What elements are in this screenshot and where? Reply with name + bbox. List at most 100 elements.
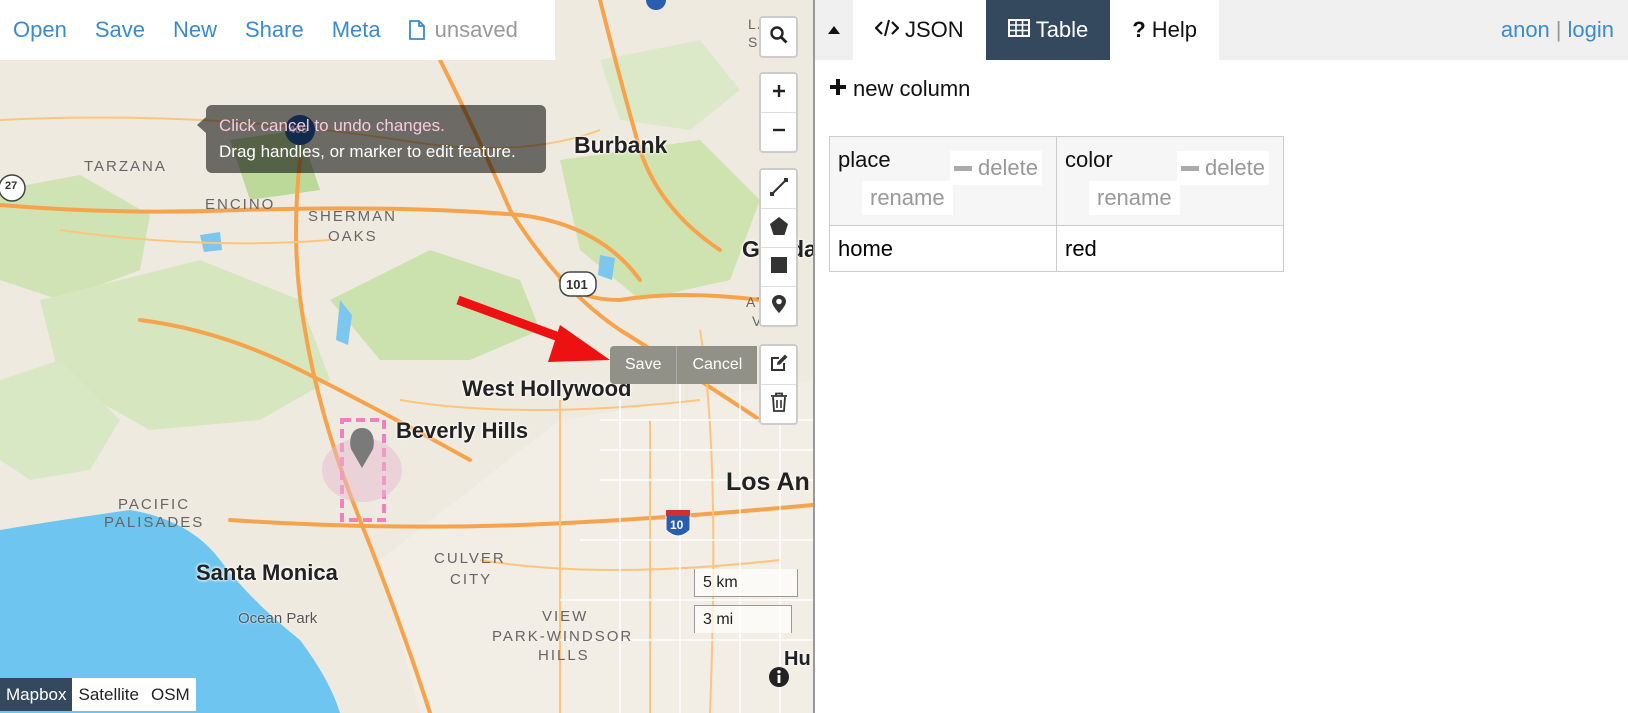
edit-layers-button[interactable]: [761, 346, 796, 385]
trash-icon: [770, 392, 788, 417]
plus-icon: [772, 84, 786, 103]
search-button[interactable]: [761, 18, 796, 56]
highway-shield-27: 27: [5, 180, 18, 192]
map-label-view-park-2: PARK-WINDSOR: [492, 628, 634, 645]
save-button[interactable]: Save: [81, 17, 159, 43]
highway-shield-101: 101: [566, 277, 588, 292]
layer-satellite[interactable]: Satellite: [72, 678, 144, 711]
login-link[interactable]: login: [1568, 17, 1614, 43]
draw-polygon-button[interactable]: [761, 209, 796, 248]
top-menu: Open Save New Share Meta unsaved: [0, 0, 555, 60]
draw-rectangle-button[interactable]: [761, 248, 796, 287]
user-separator: |: [1555, 17, 1562, 42]
search-icon: [769, 25, 788, 49]
rename-column-button[interactable]: rename: [1089, 181, 1180, 215]
map-label-ocean-park: Ocean Park: [238, 610, 318, 627]
file-status: unsaved: [395, 17, 532, 43]
tab-table[interactable]: Table: [985, 0, 1111, 60]
column-name: place: [838, 147, 891, 172]
plus-icon: [829, 76, 847, 102]
delete-column-button[interactable]: delete: [1177, 151, 1269, 185]
delete-label: delete: [1205, 155, 1265, 180]
layer-switcher: Mapbox Satellite OSM: [0, 678, 196, 711]
zoom-control: [759, 72, 798, 153]
zoom-out-button[interactable]: [761, 113, 796, 151]
pentagon-icon: [769, 216, 789, 241]
minus-icon: [772, 123, 786, 142]
map-pin-icon: [771, 294, 787, 319]
meta-button[interactable]: Meta: [318, 17, 395, 43]
edit-cancel-button[interactable]: Cancel: [677, 346, 758, 384]
map-label-pacific-palisades-2: PALISADES: [104, 514, 205, 531]
user-menu: anon | login: [1501, 0, 1628, 60]
table-cell[interactable]: home: [829, 225, 1057, 272]
draw-marker-button[interactable]: [761, 287, 796, 325]
map-label-culver-city-2: CITY: [450, 571, 493, 588]
map-label-encino: ENCINO: [205, 196, 276, 213]
edit-actions: Save Cancel: [610, 346, 758, 384]
map-label-view-park: VIEW: [542, 608, 589, 625]
map-label-los-angeles: Los An: [726, 468, 810, 496]
draw-line-button[interactable]: [761, 170, 796, 209]
side-pane: JSON Table ? Help anon | login new colum…: [813, 0, 1628, 713]
username-link[interactable]: anon: [1501, 17, 1550, 43]
question-icon: ?: [1132, 17, 1146, 42]
minus-icon: [1181, 165, 1199, 171]
new-column-button[interactable]: new column: [829, 76, 970, 102]
rename-column-button[interactable]: rename: [862, 181, 953, 215]
tab-json[interactable]: JSON: [853, 0, 986, 60]
table-icon: [1007, 17, 1030, 43]
tab-json-label: JSON: [905, 17, 964, 42]
zoom-in-button[interactable]: [761, 74, 796, 113]
minus-icon: [954, 165, 972, 171]
file-status-label: unsaved: [434, 17, 518, 42]
map-label-sherman-oaks-2: OAKS: [328, 228, 378, 245]
tooltip-line-2: Drag handles, or marker to edit feature.: [219, 142, 516, 161]
square-icon: [770, 256, 788, 279]
table-cell[interactable]: red: [1056, 225, 1284, 272]
caret-up-icon: [828, 21, 840, 39]
column-header: color delete rename: [1056, 136, 1284, 226]
tab-bar: JSON Table ? Help anon | login: [815, 0, 1628, 60]
delete-layers-button[interactable]: [761, 385, 796, 423]
edit-tooltip: Click cancel to undo changes. Drag handl…: [197, 105, 546, 173]
table-row: home red: [829, 225, 1284, 272]
tooltip-line-1: Click cancel to undo changes.: [219, 116, 445, 135]
edit-icon: [769, 353, 789, 378]
map-label-tarzana: TARZANA: [84, 158, 167, 175]
map-label-beverly-hills: Beverly Hills: [396, 418, 529, 443]
map-label-sherman-oaks: SHERMAN: [308, 208, 398, 225]
polyline-icon: [769, 177, 789, 202]
map-label-pacific-palisades: PACIFIC: [118, 496, 191, 513]
collapse-pane-button[interactable]: [815, 0, 853, 60]
info-icon[interactable]: [768, 666, 790, 693]
tab-help-label: Help: [1151, 17, 1197, 42]
share-button[interactable]: Share: [231, 17, 318, 43]
tab-help[interactable]: ? Help: [1110, 0, 1219, 60]
scale-km: 5 km: [694, 569, 798, 597]
new-column-label: new column: [853, 76, 971, 101]
file-icon: [408, 20, 425, 40]
map-label-view-park-3: HILLS: [538, 647, 590, 664]
draw-control: [759, 168, 798, 327]
map-label-santa-monica: Santa Monica: [196, 560, 338, 585]
layer-mapbox[interactable]: Mapbox: [0, 678, 73, 711]
search-control: [759, 16, 798, 58]
data-table: place delete rename color delete rename …: [829, 136, 1284, 272]
code-icon: [874, 17, 900, 43]
layer-osm[interactable]: OSM: [145, 678, 196, 711]
edit-control: [759, 344, 798, 425]
new-button[interactable]: New: [159, 17, 231, 43]
delete-column-button[interactable]: delete: [950, 151, 1042, 185]
open-button[interactable]: Open: [0, 17, 81, 43]
column-name: color: [1065, 147, 1113, 172]
map-label-burbank: Burbank: [574, 132, 668, 158]
tab-table-label: Table: [1035, 17, 1089, 42]
map[interactable]: TARZANA ENCINO SHERMAN OAKS Burbank Gl d…: [0, 0, 813, 713]
edit-save-button[interactable]: Save: [610, 346, 678, 384]
column-header: place delete rename: [829, 136, 1057, 226]
map-label-culver-city: CULVER: [434, 550, 506, 567]
map-label-lake-partial-2: S: [748, 34, 760, 50]
highway-shield-10: 10: [670, 518, 684, 532]
delete-label: delete: [978, 155, 1038, 180]
